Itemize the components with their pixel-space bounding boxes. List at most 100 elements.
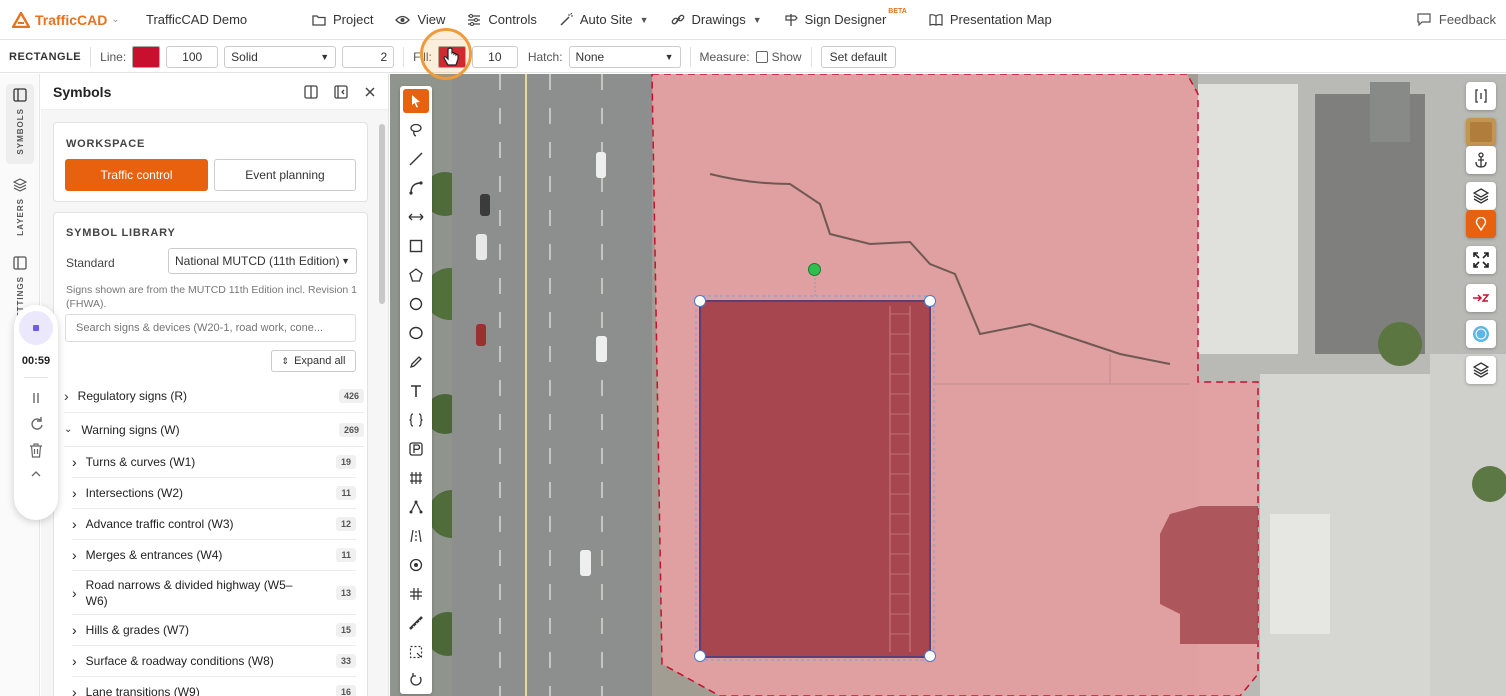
split-view-icon[interactable] (304, 84, 318, 99)
menu-controls[interactable]: Controls (467, 12, 537, 27)
measure-tool[interactable] (403, 611, 429, 635)
node-tool[interactable] (403, 495, 429, 519)
line-tool[interactable] (403, 147, 429, 171)
brackets-icon (1475, 89, 1487, 103)
rail-crossing-tool[interactable] (403, 582, 429, 606)
subcategory-row[interactable]: › Road narrows & divided highway (W5–W6) … (72, 571, 356, 615)
expand-all-button[interactable]: ⇕ Expand all (271, 350, 356, 372)
rotate-handle[interactable] (808, 263, 821, 276)
map-canvas[interactable] (390, 74, 1506, 696)
pencil-icon (409, 356, 422, 369)
category-label: ⌄ Warning signs (W) (64, 423, 180, 437)
fill-opacity-input[interactable]: 10 (471, 45, 518, 68)
subcategory-row[interactable]: › Turns & curves (W1) 19 (72, 447, 356, 478)
parking-tool[interactable] (403, 437, 429, 461)
layers-toggle-button[interactable] (1466, 182, 1496, 210)
polygon-tool[interactable] (403, 263, 429, 287)
hatch-select[interactable]: None ▼ (568, 45, 681, 68)
subcategory-row[interactable]: › Hills & grades (W7) 15 (72, 615, 356, 646)
sliders-icon (468, 13, 481, 26)
menu-project[interactable]: Project (312, 12, 373, 27)
menu-sign-designer-label: Sign DesignerBETA (805, 8, 907, 27)
location-button[interactable] (1466, 210, 1496, 238)
project-name[interactable]: TrafficCAD Demo (146, 12, 296, 27)
line-style-select[interactable]: Solid ▼ (224, 45, 337, 68)
area-select-tool[interactable] (403, 640, 429, 664)
bracket-tool[interactable] (403, 408, 429, 432)
curve-tool[interactable] (403, 176, 429, 200)
route-badge-button[interactable] (1466, 320, 1496, 348)
subcategory-row[interactable]: › Advance traffic control (W3) 12 (72, 509, 356, 540)
symbol-search-input[interactable] (65, 314, 356, 342)
workspace-event-planning-button[interactable]: Event planning (214, 159, 356, 191)
menu-auto-site[interactable]: Auto Site ▼ (559, 12, 649, 27)
symbol-library-title: SYMBOL LIBRARY (66, 227, 176, 239)
standard-label: Standard (66, 256, 115, 270)
measure-show-checkbox[interactable] (755, 50, 768, 63)
road-tool[interactable] (403, 524, 429, 548)
chevron-down-icon: ⌄ (64, 424, 73, 435)
delete-button[interactable] (29, 443, 43, 458)
basemap-thumbnail[interactable] (1466, 118, 1496, 146)
chevron-down-icon: ▼ (341, 256, 350, 266)
line-weight-input[interactable]: 2 (342, 45, 395, 68)
pause-button[interactable] (31, 392, 41, 404)
target-tool[interactable] (403, 553, 429, 577)
chevron-up-icon (31, 471, 41, 477)
category-row-warning[interactable]: ⌄ Warning signs (W) 269 (64, 413, 364, 447)
menu-presentation-map[interactable]: Presentation Map (929, 12, 1052, 27)
set-default-button[interactable]: Set default (820, 45, 896, 68)
ellipse-tool[interactable] (403, 321, 429, 345)
chevron-right-icon: › (72, 516, 77, 532)
resize-handle-bottom-left[interactable] (694, 650, 706, 662)
rectangle-tool[interactable] (403, 234, 429, 258)
collapse-button[interactable] (30, 470, 42, 478)
subcategory-label: › Hills & grades (W7) (72, 622, 189, 638)
subcategory-row[interactable]: › Intersections (W2) 11 (72, 478, 356, 509)
hash-icon (410, 588, 422, 600)
pencil-tool[interactable] (403, 350, 429, 374)
subcategory-label: › Merges & entrances (W4) (72, 547, 222, 563)
collapse-panel-icon[interactable] (334, 84, 348, 99)
resize-handle-bottom-right[interactable] (924, 650, 936, 662)
line-width-input[interactable]: 100 (166, 45, 219, 68)
layer-stack-button[interactable] (1466, 356, 1496, 384)
feedback-button[interactable]: Feedback (1417, 12, 1496, 27)
rail-item-layers[interactable]: LAYERS (6, 178, 34, 236)
rail-item-symbols[interactable]: SYMBOLS (6, 84, 34, 164)
direction-button[interactable] (1466, 284, 1496, 312)
menu-drawings[interactable]: Drawings ▼ (671, 12, 762, 27)
subcategory-row[interactable]: › Lane transitions (W9) 16 (72, 677, 356, 696)
close-icon[interactable] (364, 86, 376, 98)
restart-icon (30, 417, 43, 430)
fullscreen-button[interactable] (1466, 246, 1496, 274)
shape-type-label: RECTANGLE (9, 50, 82, 63)
chat-icon (1417, 13, 1431, 26)
menu-view[interactable]: View (395, 12, 445, 27)
text-tool[interactable] (403, 379, 429, 403)
select-tool[interactable] (403, 89, 429, 113)
fit-view-button[interactable] (1466, 82, 1496, 110)
line-color-swatch[interactable] (132, 45, 161, 68)
menu-sign-designer[interactable]: Sign DesignerBETA (784, 8, 907, 27)
library-note: Signs shown are from the MUTCD 11th Edit… (66, 284, 358, 310)
crosswalk-tool[interactable] (403, 466, 429, 490)
panel-icon (13, 256, 27, 270)
standard-select[interactable]: National MUTCD (11th Edition) ▼ (168, 248, 357, 274)
layers-icon (1473, 362, 1489, 378)
panel-scrollbar[interactable] (379, 124, 385, 304)
brand-menu[interactable]: TrafficCAD ⌄ (12, 11, 132, 28)
lasso-tool[interactable] (403, 118, 429, 142)
dimension-tool[interactable] (403, 205, 429, 229)
anchor-button[interactable] (1466, 146, 1496, 174)
subcategory-row[interactable]: › Merges & entrances (W4) 11 (72, 540, 356, 571)
workspace-traffic-control-button[interactable]: Traffic control (65, 159, 208, 191)
circle-tool[interactable] (403, 292, 429, 316)
rotate-tool[interactable] (403, 668, 429, 692)
subcategory-row[interactable]: › Surface & roadway conditions (W8) 33 (72, 646, 356, 677)
resize-handle-top-right[interactable] (924, 295, 936, 307)
resize-handle-top-left[interactable] (694, 295, 706, 307)
restart-button[interactable] (29, 416, 44, 431)
category-row-regulatory[interactable]: › Regulatory signs (R) 426 (64, 379, 364, 413)
stop-recording-button[interactable] (19, 311, 53, 345)
